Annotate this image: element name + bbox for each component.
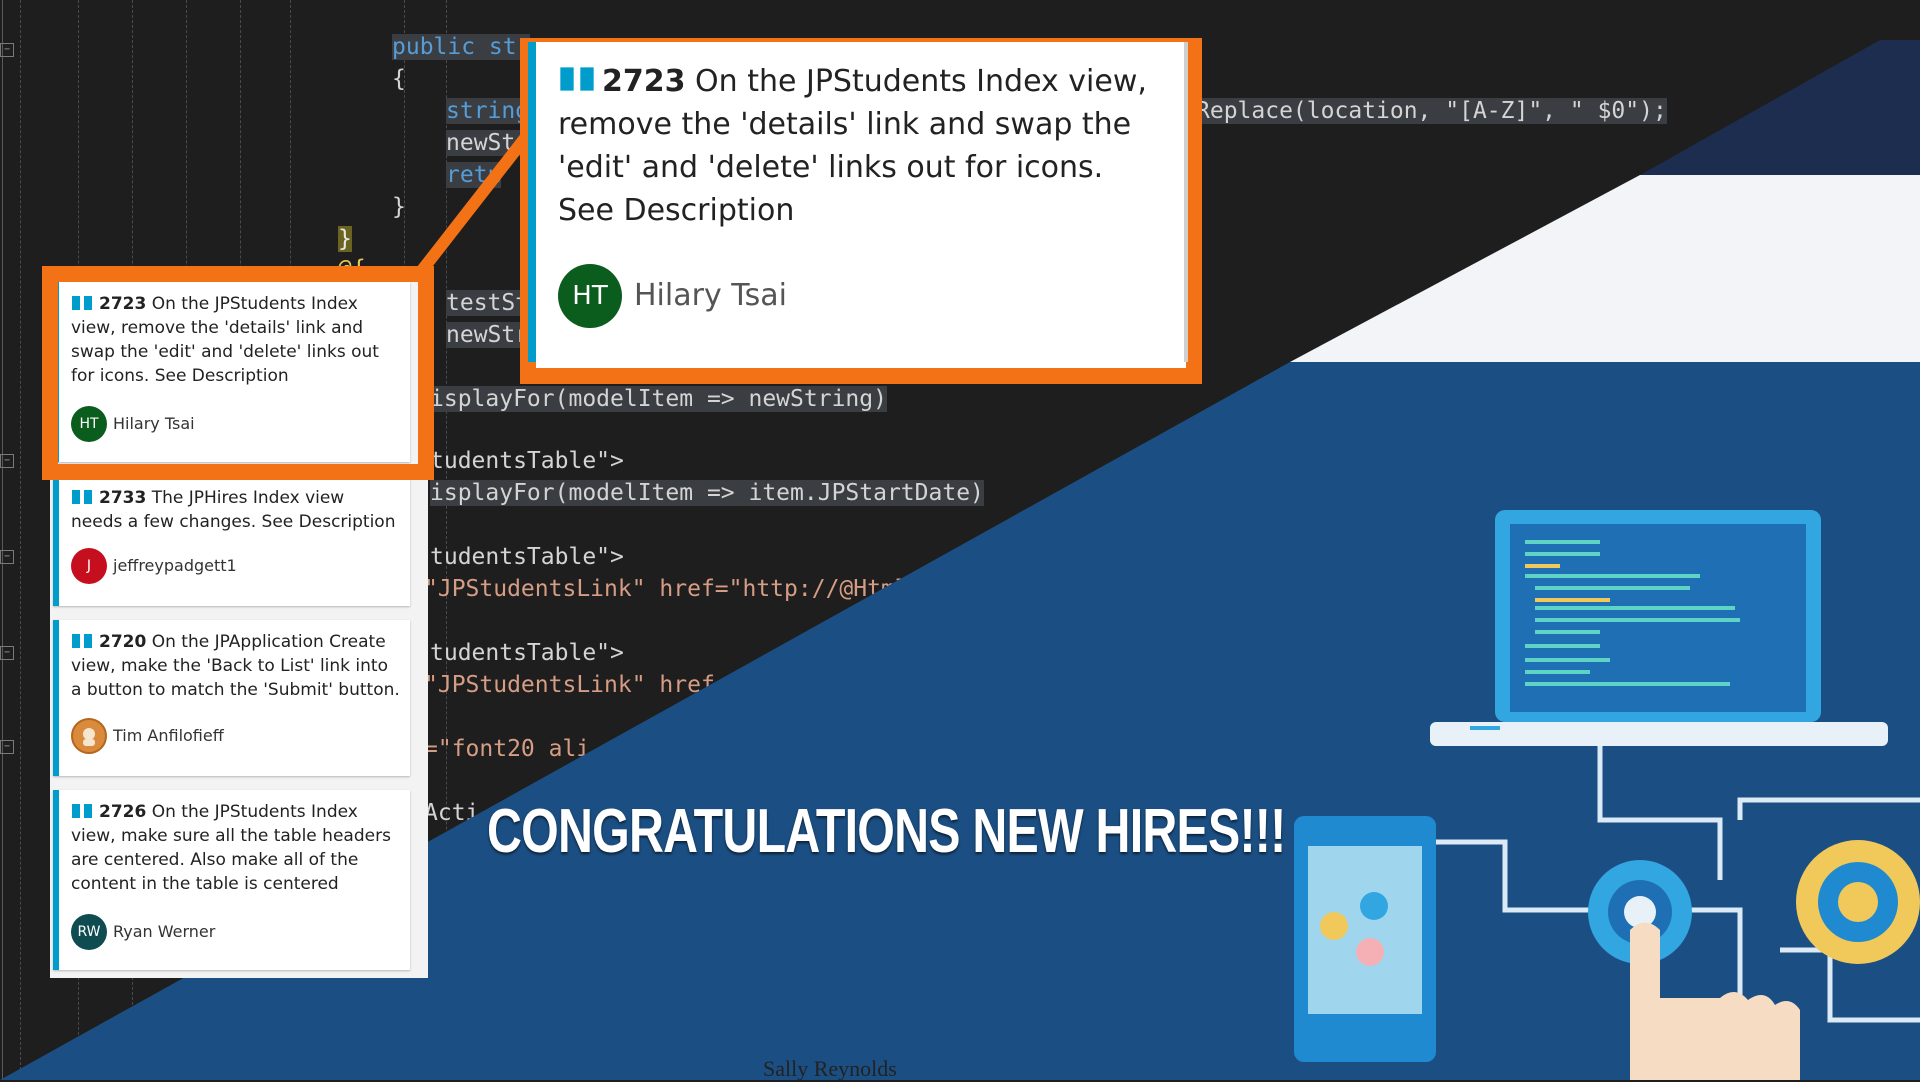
assignee-name: jeffreypadgett1 — [113, 556, 237, 575]
highlight-frame — [42, 266, 434, 480]
work-item-title[interactable]: 2733 The JPHires Index view needs a few … — [71, 486, 400, 534]
book-icon — [72, 490, 92, 504]
work-item-assignee[interactable]: RW Ryan Werner — [71, 914, 215, 950]
assignee-name: Hilary Tsai — [634, 278, 787, 313]
work-item-title[interactable]: 2726 On the JPStudents Index view, make … — [71, 800, 400, 896]
avatar: HT — [558, 264, 622, 328]
assignee-name: Ryan Werner — [113, 922, 216, 941]
work-item-assignee[interactable]: J jeffreypadgett1 — [71, 548, 237, 584]
work-item-card[interactable]: 2726 On the JPStudents Index view, make … — [53, 790, 410, 970]
work-item-card[interactable]: 2720 On the JPApplication Create view, m… — [53, 620, 410, 776]
zoomed-work-item-assignee[interactable]: HT Hilary Tsai — [558, 264, 787, 328]
work-item-assignee[interactable]: Tim Anfilofieff — [71, 718, 224, 754]
assignee-name: Tim Anfilofieff — [113, 726, 224, 745]
zoomed-work-item-card[interactable]: 2723 On the JPStudents Index view, remov… — [528, 42, 1188, 362]
work-item-title[interactable]: 2720 On the JPApplication Create view, m… — [71, 630, 400, 702]
zoomed-work-item-title[interactable]: 2723 On the JPStudents Index view, remov… — [558, 60, 1164, 232]
avatar — [71, 718, 107, 754]
book-icon — [560, 67, 594, 91]
avatar: RW — [71, 914, 107, 950]
book-icon — [72, 804, 92, 818]
avatar-photo-icon — [83, 728, 95, 746]
avatar: J — [71, 548, 107, 584]
work-item-card[interactable]: 2733 The JPHires Index view needs a few … — [53, 476, 410, 606]
book-icon — [72, 634, 92, 648]
